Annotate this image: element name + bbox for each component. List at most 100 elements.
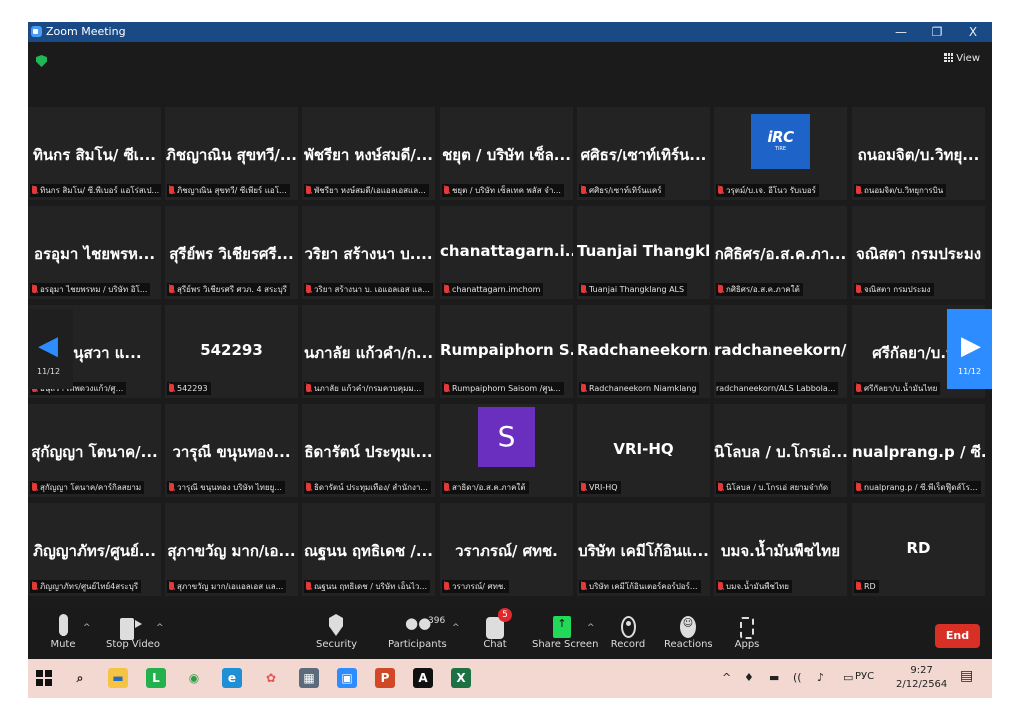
clock-time: 9:27 (910, 665, 933, 676)
previous-page-button[interactable]: ◀ 11/12 (28, 309, 73, 389)
participant-tile[interactable]: ภิญญาภัทร/ศูนย์... ภิญญาภัทร/ศูนย์ไทย์4สร… (28, 503, 161, 596)
participant-tile[interactable]: ถนอมจิต/บ.วิทยุ... ถนอมจิต/บ.วิทยุการบิน (852, 107, 985, 200)
keyboard-icon[interactable]: ▭ (843, 671, 853, 684)
participant-tile[interactable]: Radchaneekorn... Radchaneekorn Niamklang (577, 305, 710, 398)
restore-button[interactable]: ❐ (921, 23, 953, 41)
participant-label-text: สุรีย์พร วิเชียรศรี ศวภ. 4 สระบุรี (177, 285, 287, 294)
participant-name: 542293 (200, 341, 263, 359)
participant-tile[interactable]: Tuanjai Thangkl... Tuanjai Thangklang ALS (577, 206, 710, 299)
participant-tile[interactable]: radchaneekorn/... radchaneekorn/ALS Labbo… (714, 305, 847, 398)
power-icon[interactable]: ♦ (744, 671, 754, 684)
taskbar-acrobat-icon[interactable]: A (413, 668, 433, 688)
participant-name: พัชรียา หงษ์สมดี/... (303, 146, 434, 164)
participant-tile[interactable]: nualprang.p / ซี... nualprang.p / ซี.พีเร… (852, 404, 985, 497)
close-button[interactable]: X (957, 23, 989, 41)
participant-tile[interactable]: ชยุต / บริษัท เซ็ล... ชยุต / บริษัท เซ็ลเ… (440, 107, 573, 200)
participant-label: radchaneekorn/ALS Labbola... (716, 382, 839, 395)
taskbar-line-icon[interactable]: L (146, 668, 166, 688)
chat-button[interactable]: 5 Chat (480, 608, 512, 650)
windows-start-icon[interactable] (36, 670, 52, 686)
taskbar-chrome-icon[interactable]: ◉ (184, 668, 204, 688)
participant-tile[interactable]: ทินกร สิมโน/ ซีเ... ทินกร สิมโน/ ซี.พีเบอ… (28, 107, 161, 200)
participant-tile[interactable]: สุรีย์พร วิเชียรศรี... สุรีย์พร วิเชียรศร… (165, 206, 298, 299)
end-meeting-button[interactable]: End (935, 624, 980, 648)
participant-tile[interactable]: กศิธิศร/อ.ส.ค.ภา... กศิธิศร/อ.ส.ค.ภาคใต้ (714, 206, 847, 299)
participant-tile[interactable]: iRC TIRE วรุตม์/บ.เจ. อีโนว รับเบอร์ (714, 107, 847, 200)
participant-tile[interactable]: วราภรณ์/ ศทช. วราภรณ์/ ศทช. (440, 503, 573, 596)
participant-tile[interactable]: บริษัท เคมีโก้อินแ... บริษัท เคมีโก้อินเต… (577, 503, 710, 596)
participant-label: ศรีกัลยา/บ.น้ำมันไทย (854, 382, 941, 395)
logo-text: iRC (767, 128, 794, 146)
windows-taskbar: ⌕ ▬ L ◉ e ✿ ▦ ▣ P A X ^ ♦ ▬ (( ♪ ▭ РУС 9:27 2/12/2564 ▤ (28, 659, 992, 698)
participant-tile[interactable]: สุกัญญา โตนาค/... สุกัญญา โตนาค/คาร์กิลสย… (28, 404, 161, 497)
participant-tile[interactable]: ศศิธร/เซาท์เทิร์น... ศศิธร/เซาท์เทิร์นแคร… (577, 107, 710, 200)
participant-tile[interactable]: ภิชญาณิน สุขทวี/... ภิชญาณิน สุขทวี/ ซีเพ… (165, 107, 298, 200)
participants-options-caret[interactable]: ^ (452, 623, 460, 633)
participant-name: บริษัท เคมีโก้อินแ... (578, 542, 709, 560)
next-page-button[interactable]: ▶ 11/12 (947, 309, 992, 389)
muted-microphone-icon (444, 285, 449, 293)
reactions-label: Reactions (664, 639, 713, 650)
stop-video-button[interactable]: Stop Video (106, 614, 160, 650)
video-options-caret[interactable]: ^ (156, 623, 164, 633)
participant-tile[interactable]: chanattagarn.i... chanattagarn.imchom (440, 206, 573, 299)
participant-tile[interactable]: พัชรียา หงษ์สมดี/... พัชรียา หงษ์สมดี/เอแ… (302, 107, 435, 200)
taskbar-clock[interactable]: 9:27 2/12/2564 (896, 664, 947, 692)
participant-tile[interactable]: ณฐนน ฤทธิเดช /... ณฐนน ฤทธิเดช / บริษัท เ… (302, 503, 435, 596)
participant-label: ณฐนน ฤทธิเดช / บริษัท เอ็นไว... (304, 580, 431, 593)
taskbar-edge-icon[interactable]: e (222, 668, 242, 688)
share-options-caret[interactable]: ^ (587, 623, 595, 633)
wifi-icon[interactable]: (( (793, 671, 802, 684)
participant-tile[interactable]: RD RD (852, 503, 985, 596)
record-button[interactable]: Record (610, 614, 646, 650)
mute-button[interactable]: Mute (48, 614, 78, 650)
muted-microphone-icon (32, 483, 37, 491)
meeting-toolbar: Mute ^ Stop Video ^ Security ●● Particip… (28, 607, 992, 659)
participant-name: วารุณี ขนุนทอง... (172, 443, 291, 461)
participant-tile[interactable]: บมจ.น้ำมันพืชไทย บมจ.น้ำมันพืชไทย (714, 503, 847, 596)
notifications-icon[interactable]: ▤ (960, 668, 973, 684)
page-indicator-left: 11/12 (37, 367, 61, 376)
taskbar-paint-icon[interactable]: ✿ (261, 668, 281, 688)
taskbar-explorer-icon[interactable]: ▬ (108, 668, 128, 688)
participant-label: วริยา สร้างนา บ. เอแอลเอส แล... (304, 283, 433, 296)
participant-name: ภิญญาภัทร/ศูนย์... (33, 542, 156, 560)
taskbar-excel-icon[interactable]: X (451, 668, 471, 688)
participants-icon: ●● (405, 614, 432, 632)
participant-label-text: nualprang.p / ซี.พีเร็ดฟู๊ดส์โร... (864, 483, 978, 492)
participant-label-text: ณฐนน ฤทธิเดช / บริษัท เอ็นไว... (314, 582, 428, 591)
participant-tile[interactable]: อรอุมา ไชยพรห... อรอุมา ไชยพรหม / บริษัท … (28, 206, 161, 299)
participant-tile[interactable]: วารุณี ขนุนทอง... วารุณี ขนุนทอง บริษัท ไ… (165, 404, 298, 497)
audio-options-caret[interactable]: ^ (83, 623, 91, 633)
reactions-button[interactable]: ☺ Reactions (664, 614, 713, 650)
view-button[interactable]: View (944, 53, 980, 64)
show-hidden-icons[interactable]: ^ (722, 671, 731, 684)
taskbar-search-icon[interactable]: ⌕ (70, 668, 90, 688)
participant-tile[interactable]: S สาธิดา/อ.ส.ค.ภาคใต้ (440, 404, 573, 497)
chevron-right-icon: ▶ (961, 331, 981, 361)
participant-name: RD (906, 539, 931, 557)
volume-icon[interactable]: ♪ (817, 671, 824, 684)
participant-tile[interactable]: นภาลัย แก้วคำ/ก... นภาลัย แก้วคำ/กรมควบคุ… (302, 305, 435, 398)
logo-subtext: TIRE (774, 146, 787, 152)
taskbar-powerpoint-icon[interactable]: P (375, 668, 395, 688)
participant-tile[interactable]: VRI-HQ VRI-HQ (577, 404, 710, 497)
security-button[interactable]: Security (316, 614, 357, 650)
taskbar-calculator-icon[interactable]: ▦ (299, 668, 319, 688)
minimize-button[interactable]: — (885, 23, 917, 41)
apps-button[interactable]: Apps (734, 614, 760, 650)
participant-tile[interactable]: นิโลบล / บ.โกรเอ่... นิโลบล / บ.โกรเอ่ สย… (714, 404, 847, 497)
participant-tile[interactable]: Rumpaiphorn S... Rumpaiphorn Saisom /ศูน.… (440, 305, 573, 398)
participant-tile[interactable]: จณิสตา กรมประมง จณิสตา กรมประมง (852, 206, 985, 299)
encryption-shield-icon[interactable] (36, 55, 47, 67)
share-screen-button[interactable]: ↑ Share Screen (532, 614, 598, 650)
participant-tile[interactable]: 542293 542293 (165, 305, 298, 398)
participant-tile[interactable]: ธิดารัตน์ ประทุมเ... ธิดารัตน์ ประทุมเทือ… (302, 404, 435, 497)
language-indicator[interactable]: РУС (855, 671, 874, 682)
participant-tile[interactable]: วริยา สร้างนา บ.... วริยา สร้างนา บ. เอแอ… (302, 206, 435, 299)
participant-label: 542293 (167, 382, 211, 395)
participant-label-text: 542293 (177, 384, 208, 393)
participant-tile[interactable]: สุภาขวัญ มาก/เอ... สุภาขวัญ มาก/เอแอลเอส … (165, 503, 298, 596)
battery-icon[interactable]: ▬ (769, 671, 779, 684)
taskbar-zoom-icon[interactable]: ▣ (337, 668, 357, 688)
